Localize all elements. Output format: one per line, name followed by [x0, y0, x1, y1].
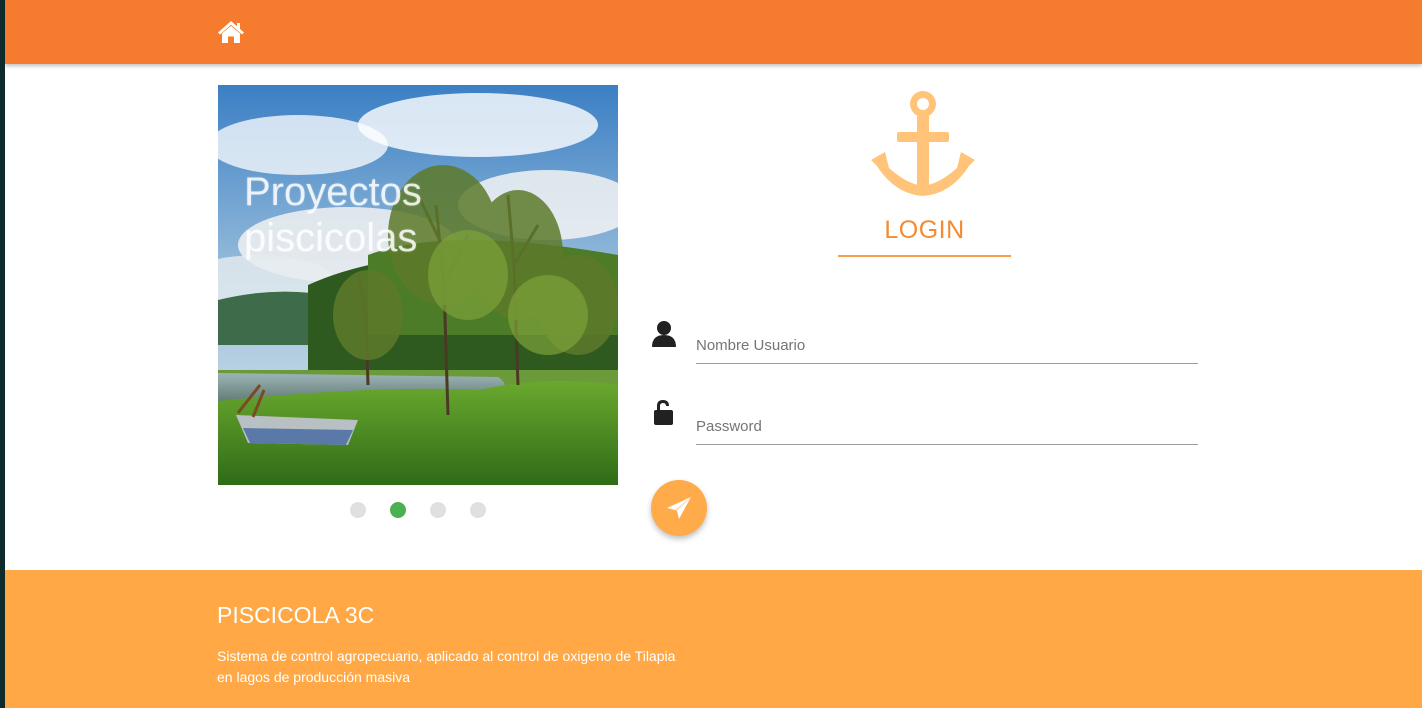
carousel-indicator-2[interactable] [390, 502, 406, 518]
window-edge [1422, 0, 1427, 708]
footer-description: Sistema de control agropecuario, aplicad… [217, 648, 676, 685]
user-icon [652, 321, 676, 347]
footer-title: PISCICOLA 3C [217, 602, 375, 628]
login-submit-button[interactable] [651, 480, 707, 536]
password-input[interactable] [696, 401, 1198, 441]
paper-plane-icon [667, 497, 691, 519]
anchor-icon [871, 91, 975, 196]
unlock-icon [654, 400, 673, 425]
home-icon [218, 21, 244, 43]
carousel-indicators [218, 502, 618, 520]
carousel-indicator-4[interactable] [470, 502, 486, 518]
top-navbar [5, 0, 1422, 64]
page: Proyectos piscicolas LOGIN Nombre Usuari… [5, 0, 1422, 708]
image-carousel[interactable]: Proyectos piscicolas [218, 85, 618, 485]
footer: PISCICOLA 3C Sistema de control agropecu… [5, 570, 1422, 708]
home-button[interactable] [215, 18, 247, 46]
login-title-underline [838, 255, 1011, 257]
username-input[interactable] [696, 320, 1198, 360]
carousel-indicator-1[interactable] [350, 502, 366, 518]
login-title: LOGIN [884, 216, 965, 244]
password-field-wrapper [696, 401, 1198, 445]
landscape-lake-image [218, 85, 618, 485]
username-field-wrapper [696, 320, 1198, 364]
carousel-indicator-3[interactable] [430, 502, 446, 518]
slide-caption: Proyectos piscicolas [244, 170, 422, 260]
